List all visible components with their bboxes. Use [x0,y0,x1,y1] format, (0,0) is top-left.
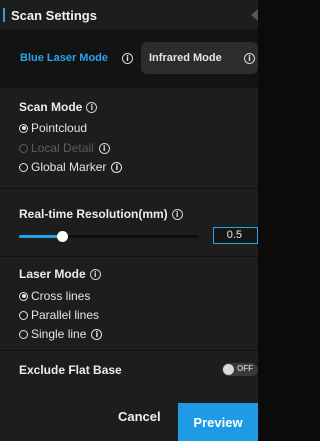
tab-label: Blue Laser Mode [20,52,109,64]
radio-unselected-icon [19,310,28,320]
mode-tabs: Blue Laser Mode i Infrared Mode i [0,30,258,88]
header-accent-bar [3,8,5,22]
divider [0,256,258,257]
exclude-flat-base-label: Exclude Flat Base [19,363,122,377]
scan-mode-title: Scan Mode i [19,100,98,114]
info-icon[interactable]: i [111,161,123,173]
radio-label: Parallel lines [31,308,100,322]
radio-unselected-icon [19,162,28,172]
radio-local-detail[interactable]: Local Detail i [19,141,110,155]
radio-pointcloud[interactable]: Pointcloud [19,121,87,135]
resolution-slider[interactable] [19,231,199,242]
info-icon[interactable]: i [244,53,255,64]
radio-parallel-lines[interactable]: Parallel lines [19,308,99,322]
radio-single-line[interactable]: Single line i [19,327,103,341]
divider [0,188,258,189]
info-icon[interactable]: i [98,142,110,154]
toggle-state-text: OFF [237,364,253,373]
scan-settings-panel: Scan Settings Blue Laser Mode i Infrared… [0,0,258,441]
panel-header: Scan Settings [0,0,258,30]
tab-infrared-mode[interactable]: Infrared Mode i [141,42,258,74]
radio-label: Local Detail [31,141,94,155]
preview-button[interactable]: Preview [178,403,258,441]
resolution-value-input[interactable]: 0.5 [213,227,258,244]
info-icon[interactable]: i [91,328,103,340]
radio-label: Pointcloud [31,121,88,135]
laser-mode-label: Laser Mode [19,267,86,281]
tab-label: Infrared Mode [149,52,222,64]
info-icon[interactable]: i [86,101,98,113]
divider [0,350,258,351]
radio-selected-icon [19,123,28,133]
slider-handle[interactable] [57,231,69,242]
slider-fill [19,235,63,238]
resolution-label: Real-time Resolution(mm) [19,207,168,221]
collapse-arrow-icon[interactable] [251,9,258,21]
info-icon[interactable]: i [122,53,133,64]
radio-unselected-icon [19,329,28,339]
scan-mode-label: Scan Mode [19,100,83,114]
panel-title: Scan Settings [11,8,97,23]
radio-unselected-icon [19,143,28,153]
laser-mode-title: Laser Mode i [19,267,101,281]
radio-label: Cross lines [31,289,91,303]
resolution-title: Real-time Resolution(mm) i [19,207,183,221]
cancel-button[interactable]: Cancel [118,409,161,424]
exclude-flat-base-toggle[interactable]: OFF [222,363,258,376]
radio-global-marker[interactable]: Global Marker i [19,160,123,174]
toggle-knob [223,364,234,375]
radio-label: Global Marker [31,160,107,174]
radio-selected-icon [19,291,28,301]
info-icon[interactable]: i [89,268,101,280]
info-icon[interactable]: i [171,208,183,220]
tab-blue-laser-mode[interactable]: Blue Laser Mode i [12,42,140,74]
radio-cross-lines[interactable]: Cross lines [19,289,90,303]
radio-label: Single line [31,327,87,341]
